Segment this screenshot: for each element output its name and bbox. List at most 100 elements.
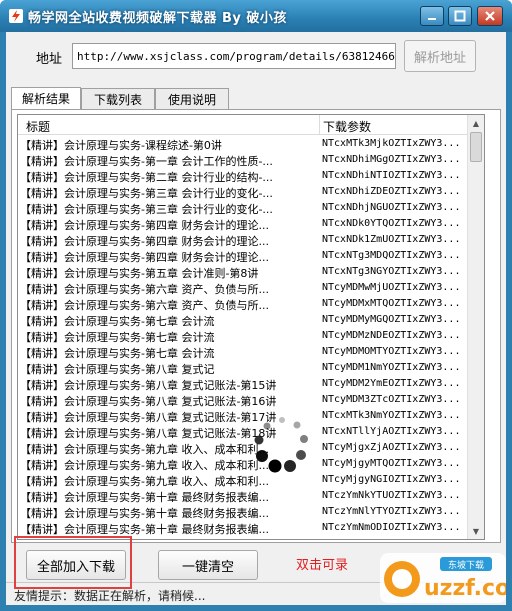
address-input[interactable]: http://www.xsjclass.com/program/details/… bbox=[72, 43, 396, 69]
close-button[interactable] bbox=[477, 6, 503, 26]
list-item-param: NTczYmNkYTUOZTIxZWY3... bbox=[322, 490, 461, 501]
vertical-scrollbar[interactable]: ▲ ▼ bbox=[467, 115, 484, 539]
client-area: 地址 http://www.xsjclass.com/program/detai… bbox=[6, 32, 506, 605]
tab-download-list[interactable]: 下载列表 bbox=[81, 88, 155, 109]
list-item-title: 【精讲】会计原理与实务-第七章 会计流 bbox=[20, 315, 215, 328]
list-item-param: NTcyMjgyMTQOZTIxZWY3... bbox=[322, 458, 461, 469]
list-item-title: 【精讲】会计原理与实务-第七章 会计流 bbox=[20, 331, 215, 344]
tab-parse-results[interactable]: 解析结果 bbox=[11, 87, 81, 109]
list-item-param: NTcxNDhiMGgOZTIxZWY3... bbox=[322, 154, 461, 165]
column-header-title[interactable]: 标题 bbox=[26, 118, 50, 135]
list-item-param: NTcxNDk1ZmUOZTIxZWY3... bbox=[322, 234, 461, 245]
list-item-param: NTcxNDhjNGUOZTIxZWY3... bbox=[322, 202, 461, 213]
scroll-up-icon[interactable]: ▲ bbox=[468, 115, 484, 131]
watermark-sub: 东坡下载 bbox=[448, 559, 484, 571]
list-item[interactable]: 【精讲】会计原理与实务-第六章 资产、负债与所... NTcyMDMwMjUOZT… bbox=[18, 280, 484, 296]
close-icon bbox=[485, 11, 495, 21]
list-item-title: 【精讲】会计原理与实务-第六章 资产、负债与所... bbox=[20, 283, 269, 296]
address-label: 地址 bbox=[36, 52, 63, 67]
list-item-title: 【精讲】会计原理与实务-第四章 财务会计的理论... bbox=[20, 219, 269, 232]
window-title: 畅学网全站收费视频破解下载器 By 破小孩 bbox=[28, 11, 287, 26]
scroll-down-icon[interactable]: ▼ bbox=[468, 523, 484, 539]
list-item-title: 【精讲】会计原理与实务-第八章 复式记账法-第16讲 bbox=[20, 395, 277, 408]
list-item-title: 【精讲】会计原理与实务-第一章 会计工作的性质-... bbox=[20, 155, 273, 168]
list-item[interactable]: 【精讲】会计原理与实务-第四章 财务会计的理论... NTcxNDk1ZmUOZT… bbox=[18, 232, 484, 248]
list-item[interactable]: 【精讲】会计原理与实务-第三章 会计行业的变化-... NTcxNDhjNGUOZ… bbox=[18, 200, 484, 216]
list-item-title: 【精讲】会计原理与实务-第四章 财务会计的理论... bbox=[20, 251, 269, 264]
minimize-button[interactable] bbox=[420, 6, 444, 26]
list-item-param: NTcyMDM2YmEOZTIxZWY3... bbox=[322, 378, 461, 389]
app-window: 畅学网全站收费视频破解下载器 By 破小孩 地址 http://www.xsjc… bbox=[0, 0, 512, 611]
column-separator[interactable] bbox=[319, 115, 320, 135]
status-text: 友情提示：数据正在解析，请稍候... bbox=[14, 589, 206, 603]
watermark-brand: uzzf.com bbox=[424, 576, 506, 601]
list-item[interactable]: 【精讲】会计原理与实务-第十章 最终财务报表编... NTczYmNlYTYOZT… bbox=[18, 504, 484, 520]
list-item-param: NTcyMjgxZjAOZTIxZWY3... bbox=[322, 442, 461, 453]
list-item-param: NTcyMDMOMTYOZTIxZWY3... bbox=[322, 346, 461, 357]
clear-all-button[interactable]: 一键清空 bbox=[158, 550, 258, 580]
list-item-title: 【精讲】会计原理与实务-第三章 会计行业的变化-... bbox=[20, 187, 273, 200]
loading-spinner-icon bbox=[254, 417, 308, 473]
minimize-icon bbox=[428, 18, 436, 20]
list-item-title: 【精讲】会计原理与实务-课程综述-第0讲 bbox=[20, 139, 222, 152]
double-click-hint: 双击可录 bbox=[296, 558, 349, 573]
list-item-param: NTcxMTk3NmYOZTIxZWY3... bbox=[322, 410, 461, 421]
list-item[interactable]: 【精讲】会计原理与实务-第十章 最终财务报表编... NTczYmNkYTUOZT… bbox=[18, 488, 484, 504]
list-item-title: 【精讲】会计原理与实务-第十章 最终财务报表编... bbox=[20, 491, 269, 504]
list-item-title: 【精讲】会计原理与实务-第十章 最终财务报表编... bbox=[20, 523, 269, 536]
list-rows: 【精讲】会计原理与实务-课程综述-第0讲 NTcxMTk3MjkOZTIxZWY3… bbox=[18, 136, 484, 539]
title-bar[interactable]: 畅学网全站收费视频破解下载器 By 破小孩 bbox=[0, 0, 512, 32]
list-item-param: NTcxNTg3MDQOZTIxZWY3... bbox=[322, 250, 461, 261]
list-item-title: 【精讲】会计原理与实务-第三章 会计行业的变化-... bbox=[20, 203, 273, 216]
list-item-param: NTcxNTllYjAOZTIxZWY3... bbox=[322, 426, 461, 437]
list-item-param: NTczYmNmODIOZTIxZWY3... bbox=[322, 522, 461, 533]
list-item[interactable]: 【精讲】会计原理与实务-第七章 会计流 NTcyMDMyMGQOZTIxZWY3.… bbox=[18, 312, 484, 328]
list-item[interactable]: 【精讲】会计原理与实务-第一章 会计工作的性质-... NTcxNDhiMGgOZ… bbox=[18, 152, 484, 168]
list-item[interactable]: 【精讲】会计原理与实务-第二章 会计行业的结构-... NTcxNDhiNTIOZ… bbox=[18, 168, 484, 184]
list-item[interactable]: 【精讲】会计原理与实务-第八章 复式记 NTcyMDM1NmYOZTIxZWY3.… bbox=[18, 360, 484, 376]
list-item-param: NTcxNDk0YTQOZTIxZWY3... bbox=[322, 218, 461, 229]
list-item-title: 【精讲】会计原理与实务-第八章 复式记账法-第15讲 bbox=[20, 379, 277, 392]
list-item-param: NTcyMDM1NmYOZTIxZWY3... bbox=[322, 362, 461, 373]
list-header: 标题 下载参数 bbox=[18, 115, 484, 135]
list-item-param: NTcyMDMyMGQOZTIxZWY3... bbox=[322, 314, 461, 325]
list-item[interactable]: 【精讲】会计原理与实务-第三章 会计行业的变化-... NTcxNDhiZDEOZ… bbox=[18, 184, 484, 200]
results-panel: 标题 下载参数 【精讲】会计原理与实务-课程综述-第0讲 NTcxMTk3MjkO… bbox=[11, 109, 501, 543]
list-item-param: NTcyMDM3ZTcOZTIxZWY3... bbox=[322, 394, 461, 405]
list-item-param: NTcyMjgyNGIOZTIxZWY3... bbox=[322, 474, 461, 485]
tab-instructions[interactable]: 使用说明 bbox=[155, 88, 229, 109]
list-item-title: 【精讲】会计原理与实务-第四章 财务会计的理论... bbox=[20, 235, 269, 248]
watermark-logo: 东坡下载 uzzf.com bbox=[380, 553, 506, 603]
list-item[interactable]: 【精讲】会计原理与实务-第八章 复式记账法-第16讲 NTcyMDM3ZTcOZT… bbox=[18, 392, 484, 408]
scroll-thumb[interactable] bbox=[470, 132, 482, 162]
list-item-param: NTczYmNlYTYOZTIxZWY3... bbox=[322, 506, 461, 517]
list-item-param: NTcyMDMxMTQOZTIxZWY3... bbox=[322, 298, 461, 309]
list-item[interactable]: 【精讲】会计原理与实务-第十章 最终财务报表编... NTczYmNmODIOZT… bbox=[18, 520, 484, 536]
list-item-title: 【精讲】会计原理与实务-第八章 复式记 bbox=[20, 363, 215, 376]
list-item[interactable]: 【精讲】会计原理与实务-第五章 会计准则-第8讲 NTcxNTg3NGYOZTIx… bbox=[18, 264, 484, 280]
list-item-param: NTczYmNnOXYOZTIxZWY3... bbox=[322, 538, 472, 539]
app-icon bbox=[9, 9, 23, 23]
list-item[interactable]: 【精讲】会计原理与实务-第八章 复式记账法-第15讲 NTcyMDM2YmEOZT… bbox=[18, 376, 484, 392]
list-item-title: 【精讲】会计原理与实务-第二章 会计行业的结构-... bbox=[20, 171, 273, 184]
list-item[interactable]: 【精讲】会计原理与实务-第四章 财务会计的理论... NTcxNDk0YTQOZT… bbox=[18, 216, 484, 232]
list-item[interactable]: 【精讲】会计原理与实务-第六章 资产、负债与所... NTcyMDMxMTQOZT… bbox=[18, 296, 484, 312]
list-item-title: 【精讲】会计原理与实务-第十章 最终财务报表编... bbox=[20, 507, 269, 520]
parse-address-button[interactable]: 解析地址 bbox=[404, 40, 476, 72]
list-item-param: NTcxMTk3MjkOZTIxZWY3... bbox=[322, 138, 461, 149]
maximize-button[interactable] bbox=[448, 6, 472, 26]
list-item[interactable]: 【精讲】会计原理与实务-第七章 会计流 NTcyMDMzNDEOZTIxZWY3.… bbox=[18, 328, 484, 344]
highlight-frame bbox=[14, 536, 132, 589]
list-item-title: 【精讲】会计原理与实务-第六章 资产、负债与所... bbox=[20, 299, 269, 312]
list-item-title: 【精讲】会计原理与实务-第七章 会计流 bbox=[20, 347, 215, 360]
list-item[interactable]: 【精讲】会计原理与实务-第七章 会计流 NTcyMDMOMTYOZTIxZWY3.… bbox=[18, 344, 484, 360]
list-item[interactable]: 【精讲】会计原理与实务-课程综述-第0讲 NTcxMTk3MjkOZTIxZWY3… bbox=[18, 136, 484, 152]
list-item-param: NTcxNTg3NGYOZTIxZWY3... bbox=[322, 266, 461, 277]
results-list[interactable]: 标题 下载参数 【精讲】会计原理与实务-课程综述-第0讲 NTcxMTk3MjkO… bbox=[17, 114, 485, 540]
list-item-param: NTcyMDMzNDEOZTIxZWY3... bbox=[322, 330, 461, 341]
maximize-icon bbox=[454, 10, 466, 22]
list-item-param: NTcxNDhiZDEOZTIxZWY3... bbox=[322, 186, 461, 197]
column-header-param[interactable]: 下载参数 bbox=[323, 118, 371, 135]
list-item[interactable]: 【精讲】会计原理与实务-第四章 财务会计的理论... NTcxNTg3MDQOZT… bbox=[18, 248, 484, 264]
list-item-title: 【精讲】会计原理与实务-第五章 会计准则-第8讲 bbox=[20, 267, 259, 280]
